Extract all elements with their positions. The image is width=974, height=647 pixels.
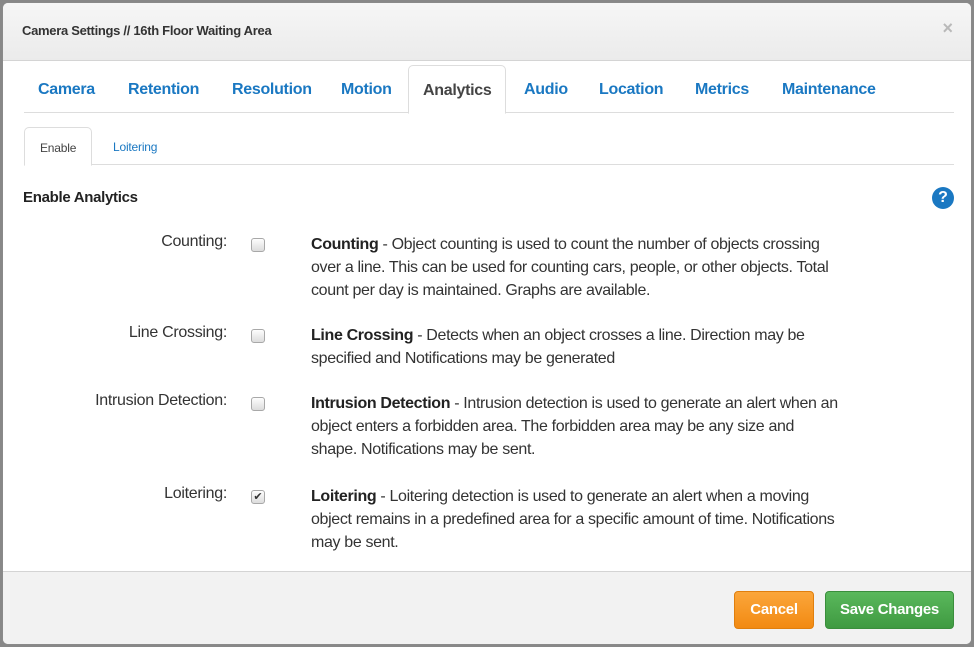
- row-description: Intrusion Detection - Intrusion detectio…: [311, 392, 841, 461]
- row-description-text: - Loitering detection is used to generat…: [311, 488, 835, 551]
- row-description-title: Intrusion Detection: [311, 395, 451, 412]
- subtab-loitering[interactable]: Loitering: [98, 127, 172, 166]
- analytics-subtabs: Enable Loitering: [24, 127, 954, 166]
- row-description-title: Line Crossing: [311, 327, 414, 344]
- tab-motion[interactable]: Motion: [327, 65, 406, 114]
- row-label: Line Crossing:: [128, 324, 227, 341]
- settings-tabs: Camera Retention Resolution Motion Analy…: [24, 65, 954, 114]
- row-description: Loitering - Loitering detection is used …: [311, 485, 841, 554]
- subtab-enable[interactable]: Enable: [24, 127, 93, 166]
- close-icon[interactable]: ×: [942, 19, 953, 37]
- tab-camera[interactable]: Camera: [24, 65, 109, 114]
- row-description-title: Loitering: [311, 488, 377, 505]
- intrusion-detection-checkbox[interactable]: [251, 397, 265, 411]
- tab-metrics[interactable]: Metrics: [681, 65, 763, 114]
- row-description: Counting - Object counting is used to co…: [311, 233, 841, 302]
- loitering-checkbox[interactable]: ✔: [251, 490, 265, 504]
- row-description-text: - Object counting is used to count the n…: [311, 236, 829, 299]
- row-label: Loitering:: [164, 485, 227, 502]
- modal-header: Camera Settings // 16th Floor Waiting Ar…: [3, 3, 971, 61]
- modal-title: Camera Settings // 16th Floor Waiting Ar…: [22, 23, 272, 38]
- checkmark-icon: ✔: [253, 491, 263, 503]
- row-description-title: Counting: [311, 236, 379, 253]
- cancel-button[interactable]: Cancel: [734, 591, 814, 629]
- counting-checkbox[interactable]: [251, 238, 265, 252]
- row-description: Line Crossing - Detects when an object c…: [311, 324, 841, 370]
- help-icon[interactable]: ?: [932, 187, 954, 209]
- tab-maintenance[interactable]: Maintenance: [768, 65, 890, 114]
- tab-analytics[interactable]: Analytics: [408, 65, 507, 114]
- modal-footer: Cancel Save Changes: [3, 571, 971, 644]
- save-changes-button[interactable]: Save Changes: [825, 591, 954, 629]
- row-label: Intrusion Detection:: [95, 392, 227, 409]
- tab-location[interactable]: Location: [585, 65, 677, 114]
- camera-settings-modal: Camera Settings // 16th Floor Waiting Ar…: [2, 2, 972, 645]
- tab-retention[interactable]: Retention: [114, 65, 213, 114]
- line-crossing-checkbox[interactable]: [251, 329, 265, 343]
- tab-resolution[interactable]: Resolution: [218, 65, 326, 114]
- row-label: Counting:: [161, 233, 227, 250]
- tab-audio[interactable]: Audio: [510, 65, 582, 114]
- section-title: Enable Analytics: [23, 189, 138, 206]
